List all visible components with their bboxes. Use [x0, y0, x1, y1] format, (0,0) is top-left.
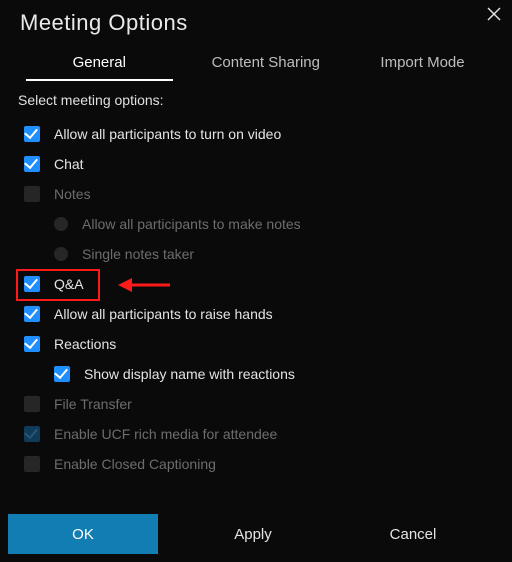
cancel-button[interactable]: Cancel [338, 514, 488, 554]
option-notes-allow-all: Allow all participants to make notes [18, 210, 494, 238]
option-raise-hands[interactable]: Allow all participants to raise hands [18, 300, 494, 328]
option-reactions[interactable]: Reactions [18, 330, 494, 358]
option-show-display-name[interactable]: Show display name with reactions [18, 360, 494, 388]
option-label: Allow all participants to turn on video [54, 126, 281, 142]
option-notes[interactable]: Notes [18, 180, 494, 208]
option-qa[interactable]: Q&A [18, 270, 494, 298]
option-label: Chat [54, 156, 84, 172]
apply-button[interactable]: Apply [178, 514, 328, 554]
tab-import-mode[interactable]: Import Mode [351, 48, 494, 91]
checkbox-enable-ucf [24, 426, 40, 442]
option-label: Enable Closed Captioning [54, 456, 216, 472]
checkbox-notes[interactable] [24, 186, 40, 202]
option-label: Reactions [54, 336, 116, 352]
tab-content-sharing[interactable]: Content Sharing [185, 48, 348, 91]
option-label: Single notes taker [82, 246, 194, 262]
option-file-transfer[interactable]: File Transfer [18, 390, 494, 418]
radio-notes-allow-all [54, 217, 68, 231]
option-label: Enable UCF rich media for attendee [54, 426, 277, 442]
button-label: OK [72, 526, 94, 543]
option-chat[interactable]: Chat [18, 150, 494, 178]
checkbox-closed-captioning[interactable] [24, 456, 40, 472]
meeting-options-window: Meeting Options General Content Sharing … [0, 0, 512, 562]
section-label: Select meeting options: [18, 92, 494, 108]
tab-bar: General Content Sharing Import Mode [0, 48, 512, 91]
dialog-title: Meeting Options [20, 10, 188, 36]
tab-general[interactable]: General [18, 48, 181, 91]
option-label: Allow all participants to raise hands [54, 306, 273, 322]
checkbox-chat[interactable] [24, 156, 40, 172]
radio-notes-single [54, 247, 68, 261]
option-notes-single: Single notes taker [18, 240, 494, 268]
tab-label: Import Mode [380, 54, 464, 71]
button-label: Cancel [390, 526, 437, 543]
checkbox-reactions[interactable] [24, 336, 40, 352]
close-icon [487, 7, 501, 21]
checkbox-raise-hands[interactable] [24, 306, 40, 322]
option-label: File Transfer [54, 396, 132, 412]
option-allow-video[interactable]: Allow all participants to turn on video [18, 120, 494, 148]
checkbox-qa[interactable] [24, 276, 40, 292]
option-label: Q&A [54, 276, 84, 292]
checkbox-show-display-name[interactable] [54, 366, 70, 382]
option-enable-ucf: Enable UCF rich media for attendee [18, 420, 494, 448]
checkbox-file-transfer[interactable] [24, 396, 40, 412]
checkbox-allow-video[interactable] [24, 126, 40, 142]
button-label: Apply [234, 526, 272, 543]
close-button[interactable] [482, 2, 506, 26]
option-label: Allow all participants to make notes [82, 216, 301, 232]
dialog-footer: OK Apply Cancel [0, 514, 512, 562]
option-label: Show display name with reactions [84, 366, 295, 382]
tab-label: Content Sharing [212, 54, 320, 71]
option-label: Notes [54, 186, 91, 202]
option-closed-captioning[interactable]: Enable Closed Captioning [18, 450, 494, 478]
ok-button[interactable]: OK [8, 514, 158, 554]
tab-label: General [73, 54, 126, 71]
options-body: Select meeting options: Allow all partic… [18, 92, 494, 506]
